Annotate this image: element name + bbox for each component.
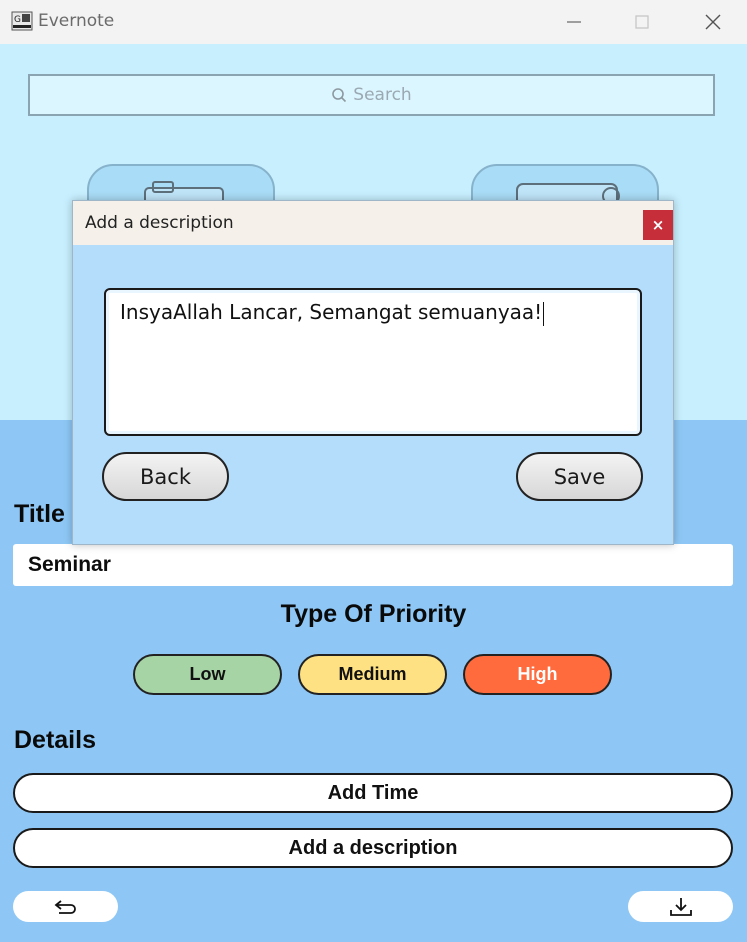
minimize-button[interactable] (559, 8, 589, 36)
dialog-save-button[interactable]: Save (516, 452, 643, 501)
window-titlebar: G Evernote (0, 0, 747, 45)
dialog-header: Add a description × (73, 201, 673, 245)
minimize-icon (567, 21, 581, 23)
add-description-dialog: Add a description × InsyaAllah Lancar, S… (72, 200, 674, 545)
download-button[interactable] (628, 891, 733, 922)
add-time-button[interactable]: Add Time (13, 773, 733, 813)
search-placeholder: Search (353, 85, 412, 105)
description-textarea[interactable]: InsyaAllah Lancar, Semangat semuanyaa! (104, 288, 642, 436)
description-text: InsyaAllah Lancar, Semangat semuanyaa! (120, 300, 543, 324)
dialog-back-button[interactable]: Back (102, 452, 229, 501)
evernote-app-icon: G (11, 11, 33, 31)
window-title: Evernote (38, 11, 115, 31)
priority-low-button[interactable]: Low (133, 654, 282, 695)
text-caret (543, 301, 545, 326)
details-label: Details (14, 726, 96, 754)
close-icon: × (651, 216, 665, 234)
close-window-button[interactable] (698, 8, 728, 36)
back-arrow-icon (54, 899, 76, 914)
priority-medium-button[interactable]: Medium (298, 654, 447, 695)
maximize-button[interactable] (627, 8, 657, 36)
close-icon (705, 14, 721, 30)
download-icon (669, 897, 692, 916)
dialog-close-button[interactable]: × (643, 210, 673, 240)
dialog-title: Add a description (85, 213, 234, 233)
back-arrow-button[interactable] (13, 891, 118, 922)
add-description-button[interactable]: Add a description (13, 828, 733, 868)
maximize-icon (635, 15, 649, 29)
svg-text:G: G (14, 15, 21, 25)
title-label: Title (14, 500, 65, 528)
search-icon (332, 88, 347, 103)
priority-label: Type Of Priority (280, 600, 467, 628)
priority-high-button[interactable]: High (463, 654, 612, 695)
search-input[interactable]: Search (28, 74, 715, 116)
title-input[interactable]: Seminar (13, 544, 733, 586)
